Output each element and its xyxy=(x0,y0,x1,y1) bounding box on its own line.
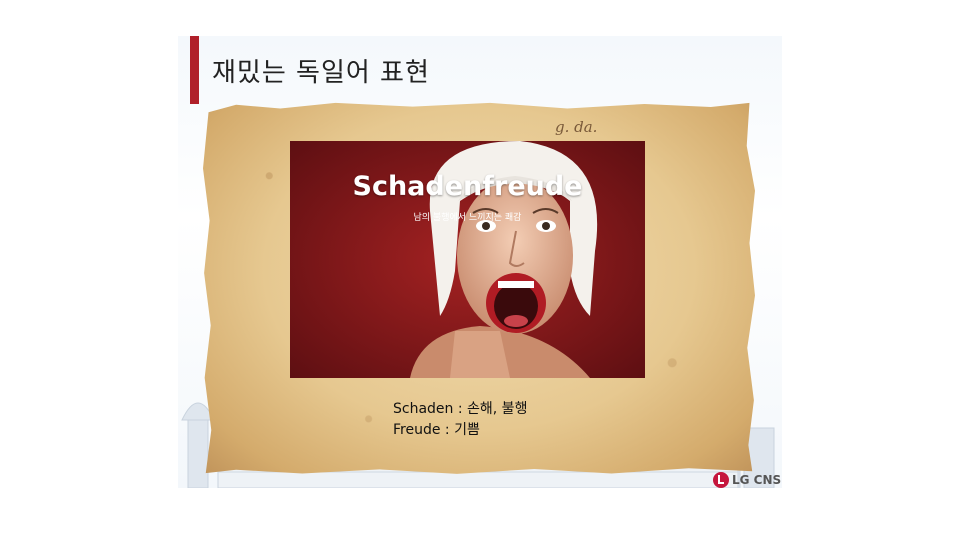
photo-headline: Schadenfreude xyxy=(352,171,583,202)
definition-caption: Schaden : 손해, 불행 Freude : 기쁨 xyxy=(393,399,527,441)
schadenfreude-photo: Schadenfreude 남의 불행에서 느끼지는 쾌감 xyxy=(290,141,645,378)
company-logo: LG CNS xyxy=(713,471,781,489)
title-accent-bar xyxy=(190,36,199,104)
slide-title: 재밌는 독일어 표현 xyxy=(212,58,430,88)
definition-line-schaden: Schaden : 손해, 불행 xyxy=(393,401,528,417)
definition-line-freude: Freude : 기쁨 xyxy=(393,422,480,438)
lg-logo-icon xyxy=(713,472,729,488)
handwritten-note: g. da. xyxy=(555,118,598,136)
logo-text: LG CNS xyxy=(732,473,782,487)
photo-subheadline: 남의 불행에서 느끼지는 쾌감 xyxy=(413,213,522,223)
